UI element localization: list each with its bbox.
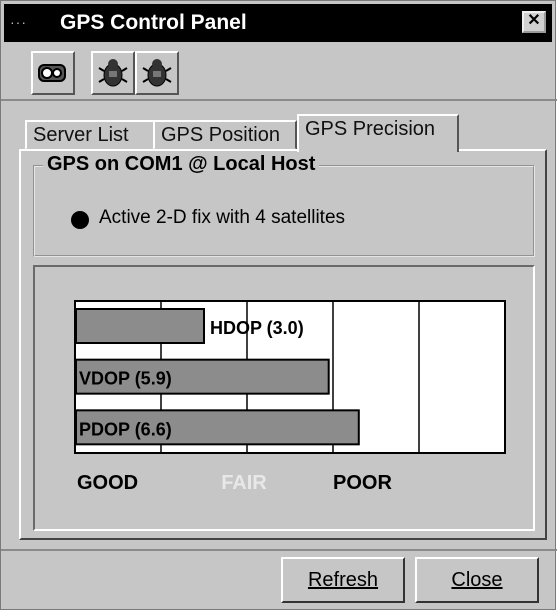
tick-label-good: GOOD: [77, 472, 138, 494]
bar-label: VDOP (5.9): [79, 369, 172, 389]
window-title: GPS Control Panel: [60, 11, 247, 34]
precision-chart: HDOP (3.0) VDOP (5.9) PDOP (6.6) GOOD FAIR PO…: [74, 300, 506, 494]
gps-control-panel-window: ··· GPS Control Panel ✕ Server List GPS …: [0, 0, 557, 610]
group-title: GPS on COM1 @ Local Host: [43, 153, 320, 176]
footer-separator: [1, 549, 557, 551]
tick-label-fair: FAIR: [221, 472, 267, 494]
tab-gps-precision[interactable]: GPS Precision: [297, 114, 459, 152]
precision-chart-frame: HDOP (3.0) VDOP (5.9) PDOP (6.6) GOOD FAIR PO…: [33, 265, 535, 531]
title-bar[interactable]: ··· GPS Control Panel ✕: [4, 4, 552, 42]
gps-status-group: GPS on COM1 @ Local Host Active 2-D fix …: [33, 153, 535, 257]
bar-hdop: [75, 308, 205, 344]
refresh-button[interactable]: Refresh: [281, 557, 405, 603]
close-window-button[interactable]: ✕: [522, 11, 546, 33]
bug-icon: [98, 59, 128, 87]
tick-label-poor: POOR: [333, 472, 392, 494]
toolbar-separator: [1, 99, 557, 101]
tab-server-list[interactable]: Server List: [25, 120, 155, 150]
close-button[interactable]: Close: [415, 557, 539, 603]
satellite-icon: [38, 64, 66, 82]
satellite-button[interactable]: [31, 51, 75, 95]
bar-label: HDOP (3.0): [210, 318, 304, 338]
fix-status-text: Active 2-D fix with 4 satellites: [99, 207, 346, 228]
tab-gps-position[interactable]: GPS Position: [153, 120, 297, 150]
gps-precision-panel: GPS on COM1 @ Local Host Active 2-D fix …: [19, 149, 547, 540]
bug-icon: [142, 59, 172, 87]
title-bar-dots: ···: [10, 14, 27, 30]
debug-button-1[interactable]: [91, 51, 135, 95]
status-indicator-icon: [71, 211, 89, 229]
debug-button-2[interactable]: [135, 51, 179, 95]
bar-label: PDOP (6.6): [79, 419, 172, 439]
